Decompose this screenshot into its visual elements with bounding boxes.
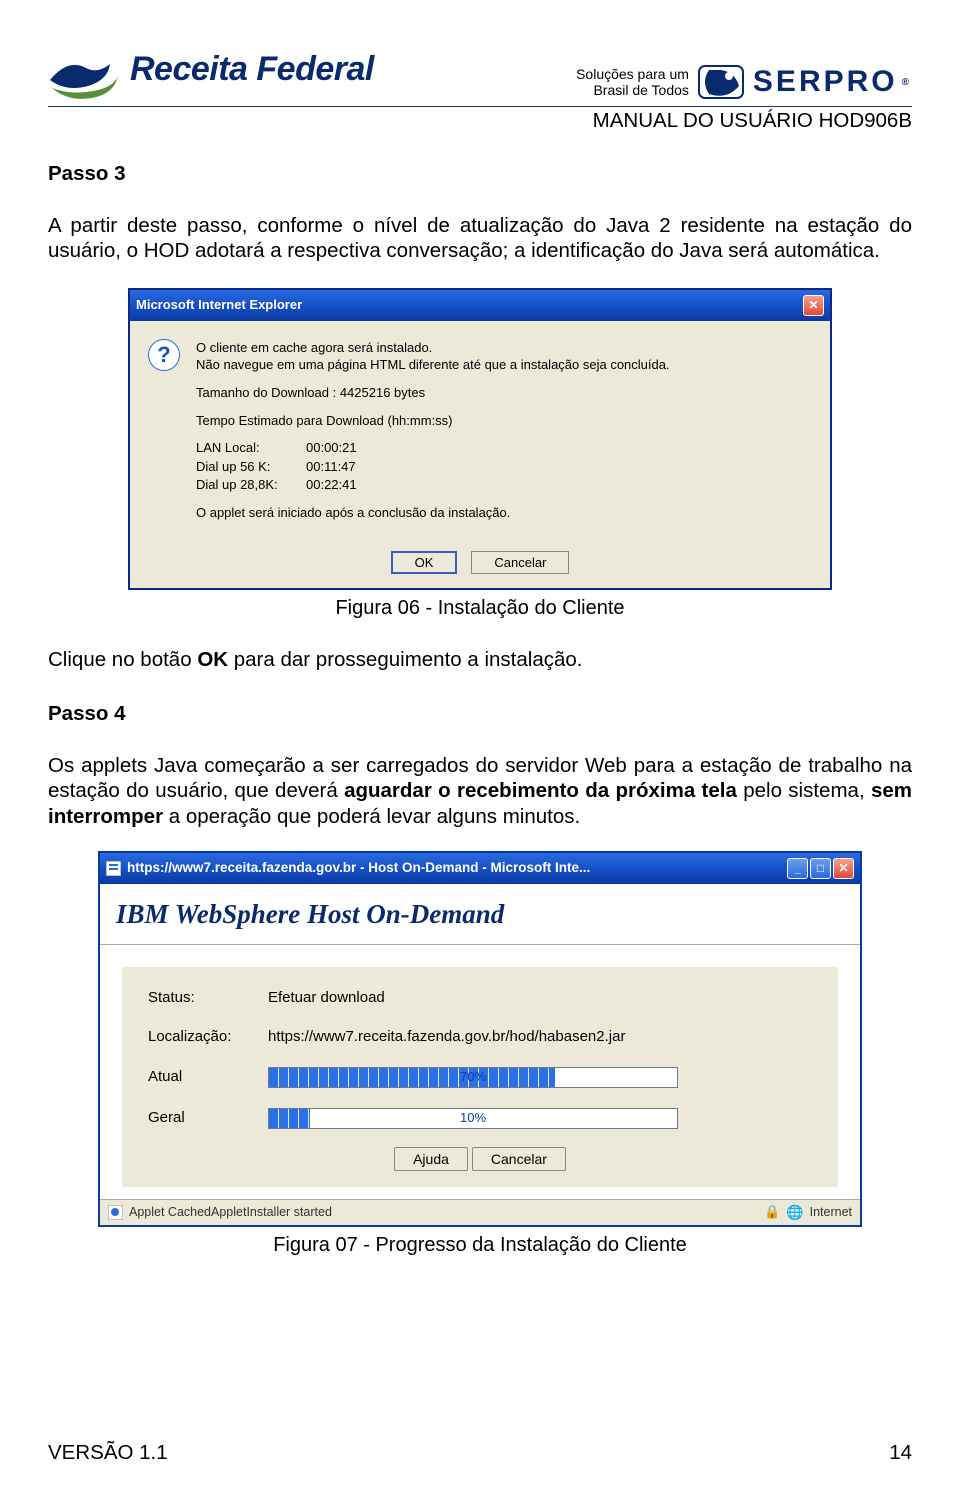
page-footer: VERSÃO 1.1 14 bbox=[48, 1441, 912, 1465]
location-value: https://www7.receita.fazenda.gov.br/hod/… bbox=[268, 1028, 812, 1047]
serpro-logo: Soluções para um Brasil de Todos SERPRO® bbox=[576, 62, 912, 102]
window-title: https://www7.receita.fazenda.gov.br - Ho… bbox=[127, 860, 781, 877]
eta-row-label: Dial up 28,8K: bbox=[196, 476, 306, 494]
ibm-header: IBM WebSphere Host On-Demand bbox=[100, 884, 860, 945]
window-titlebar: https://www7.receita.fazenda.gov.br - Ho… bbox=[100, 853, 860, 884]
step-4-text: Os applets Java começarão a ser carregad… bbox=[48, 753, 912, 830]
eta-row-label: Dial up 56 K: bbox=[196, 458, 306, 476]
globe-icon: 🌐 bbox=[786, 1204, 803, 1222]
progress-atual-label: Atual bbox=[148, 1068, 268, 1087]
manual-title: MANUAL DO USUÁRIO HOD906B bbox=[48, 107, 912, 133]
ie-confirm-dialog: Microsoft Internet Explorer ✕ ? O client… bbox=[128, 288, 832, 590]
receita-federal-logo: Receita Federal bbox=[48, 50, 374, 102]
rf-brand-text: Receita Federal bbox=[130, 50, 374, 89]
status-bar-text: Applet CachedAppletInstaller started bbox=[129, 1205, 332, 1221]
applet-icon bbox=[108, 1205, 123, 1220]
p4-bold1: aguardar o recebimento da próxima tela bbox=[344, 779, 737, 802]
cancel-button[interactable]: Cancelar bbox=[471, 551, 569, 574]
status-label: Status: bbox=[148, 989, 268, 1008]
close-icon[interactable]: ✕ bbox=[803, 295, 824, 316]
step-4-title: Passo 4 bbox=[48, 701, 912, 727]
progress-atual: 70% bbox=[268, 1067, 678, 1088]
minimize-icon[interactable]: _ bbox=[787, 858, 808, 879]
eta-row-label: LAN Local: bbox=[196, 439, 306, 457]
progress-geral: 10% bbox=[268, 1108, 678, 1129]
page-number: 14 bbox=[889, 1441, 912, 1465]
version-label: VERSÃO 1.1 bbox=[48, 1441, 168, 1465]
download-size-line: Tamanho do Download : 4425216 bytes bbox=[196, 384, 670, 402]
download-panel: Status: Efetuar download Localização: ht… bbox=[122, 967, 838, 1187]
location-label: Localização: bbox=[148, 1028, 268, 1047]
dialog-line1: O cliente em cache agora será instalado. bbox=[196, 340, 432, 355]
progress-geral-fill bbox=[269, 1109, 310, 1128]
page-header: Receita Federal Soluções para um Brasil … bbox=[48, 50, 912, 107]
serpro-emblem-icon bbox=[697, 62, 745, 102]
progress-atual-fill bbox=[269, 1068, 555, 1087]
close-icon[interactable]: ✕ bbox=[833, 858, 854, 879]
security-zone: Internet bbox=[810, 1205, 852, 1221]
figure-07-caption: Figura 07 - Progresso da Instalação do C… bbox=[48, 1233, 912, 1258]
eta-row-value: 00:11:47 bbox=[306, 458, 670, 476]
eta-row-value: 00:22:41 bbox=[306, 476, 670, 494]
hod-download-window: https://www7.receita.fazenda.gov.br - Ho… bbox=[98, 851, 862, 1227]
dialog-title: Microsoft Internet Explorer bbox=[136, 297, 302, 313]
progress-geral-label: Geral bbox=[148, 1109, 268, 1128]
click-ok-pre: Clique no botão bbox=[48, 648, 197, 671]
eta-title: Tempo Estimado para Download (hh:mm:ss) bbox=[196, 412, 670, 430]
p4-post: a operação que poderá levar alguns minut… bbox=[163, 805, 580, 828]
dialog-post-line: O applet será iniciado após a conclusão … bbox=[196, 504, 670, 522]
maximize-icon[interactable]: □ bbox=[810, 858, 831, 879]
eta-row-value: 00:00:21 bbox=[306, 439, 670, 457]
ie-page-icon bbox=[106, 861, 121, 876]
dialog-line2: Não navegue em uma página HTML diferente… bbox=[196, 357, 670, 372]
rf-emblem-icon bbox=[48, 50, 120, 102]
serpro-tagline-1: Soluções para um bbox=[576, 66, 689, 82]
status-bar: Applet CachedAppletInstaller started 🔒 🌐… bbox=[100, 1199, 860, 1226]
ok-button[interactable]: OK bbox=[391, 551, 458, 574]
status-value: Efetuar download bbox=[268, 989, 812, 1008]
serpro-tagline-2: Brasil de Todos bbox=[576, 82, 689, 98]
question-icon: ? bbox=[148, 339, 180, 371]
click-ok-bold: OK bbox=[197, 648, 228, 671]
lock-icon: 🔒 bbox=[764, 1204, 780, 1220]
step-3-title: Passo 3 bbox=[48, 161, 912, 187]
figure-06-caption: Figura 06 - Instalação do Cliente bbox=[48, 596, 912, 621]
click-ok-post: para dar prosseguimento a instalação. bbox=[228, 648, 582, 671]
dialog-titlebar: Microsoft Internet Explorer ✕ bbox=[130, 290, 830, 321]
p4-mid: pelo sistema, bbox=[737, 779, 871, 802]
ibm-product-title: IBM WebSphere Host On-Demand bbox=[116, 898, 844, 932]
serpro-tagline: Soluções para um Brasil de Todos bbox=[576, 66, 689, 98]
help-button[interactable]: Ajuda bbox=[394, 1147, 468, 1171]
click-ok-paragraph: Clique no botão OK para dar prosseguimen… bbox=[48, 647, 912, 673]
serpro-brand-text: SERPRO® bbox=[753, 65, 912, 99]
step-3-text: A partir deste passo, conforme o nível d… bbox=[48, 213, 912, 264]
dialog-body-text: O cliente em cache agora será instalado.… bbox=[196, 339, 670, 531]
serpro-word: SERPRO bbox=[753, 65, 898, 99]
progress-geral-pct: 10% bbox=[460, 1110, 486, 1126]
eta-rows: LAN Local:00:00:21Dial up 56 K:00:11:47D… bbox=[196, 439, 670, 494]
progress-atual-pct: 70% bbox=[460, 1069, 486, 1085]
cancel-download-button[interactable]: Cancelar bbox=[472, 1147, 566, 1171]
